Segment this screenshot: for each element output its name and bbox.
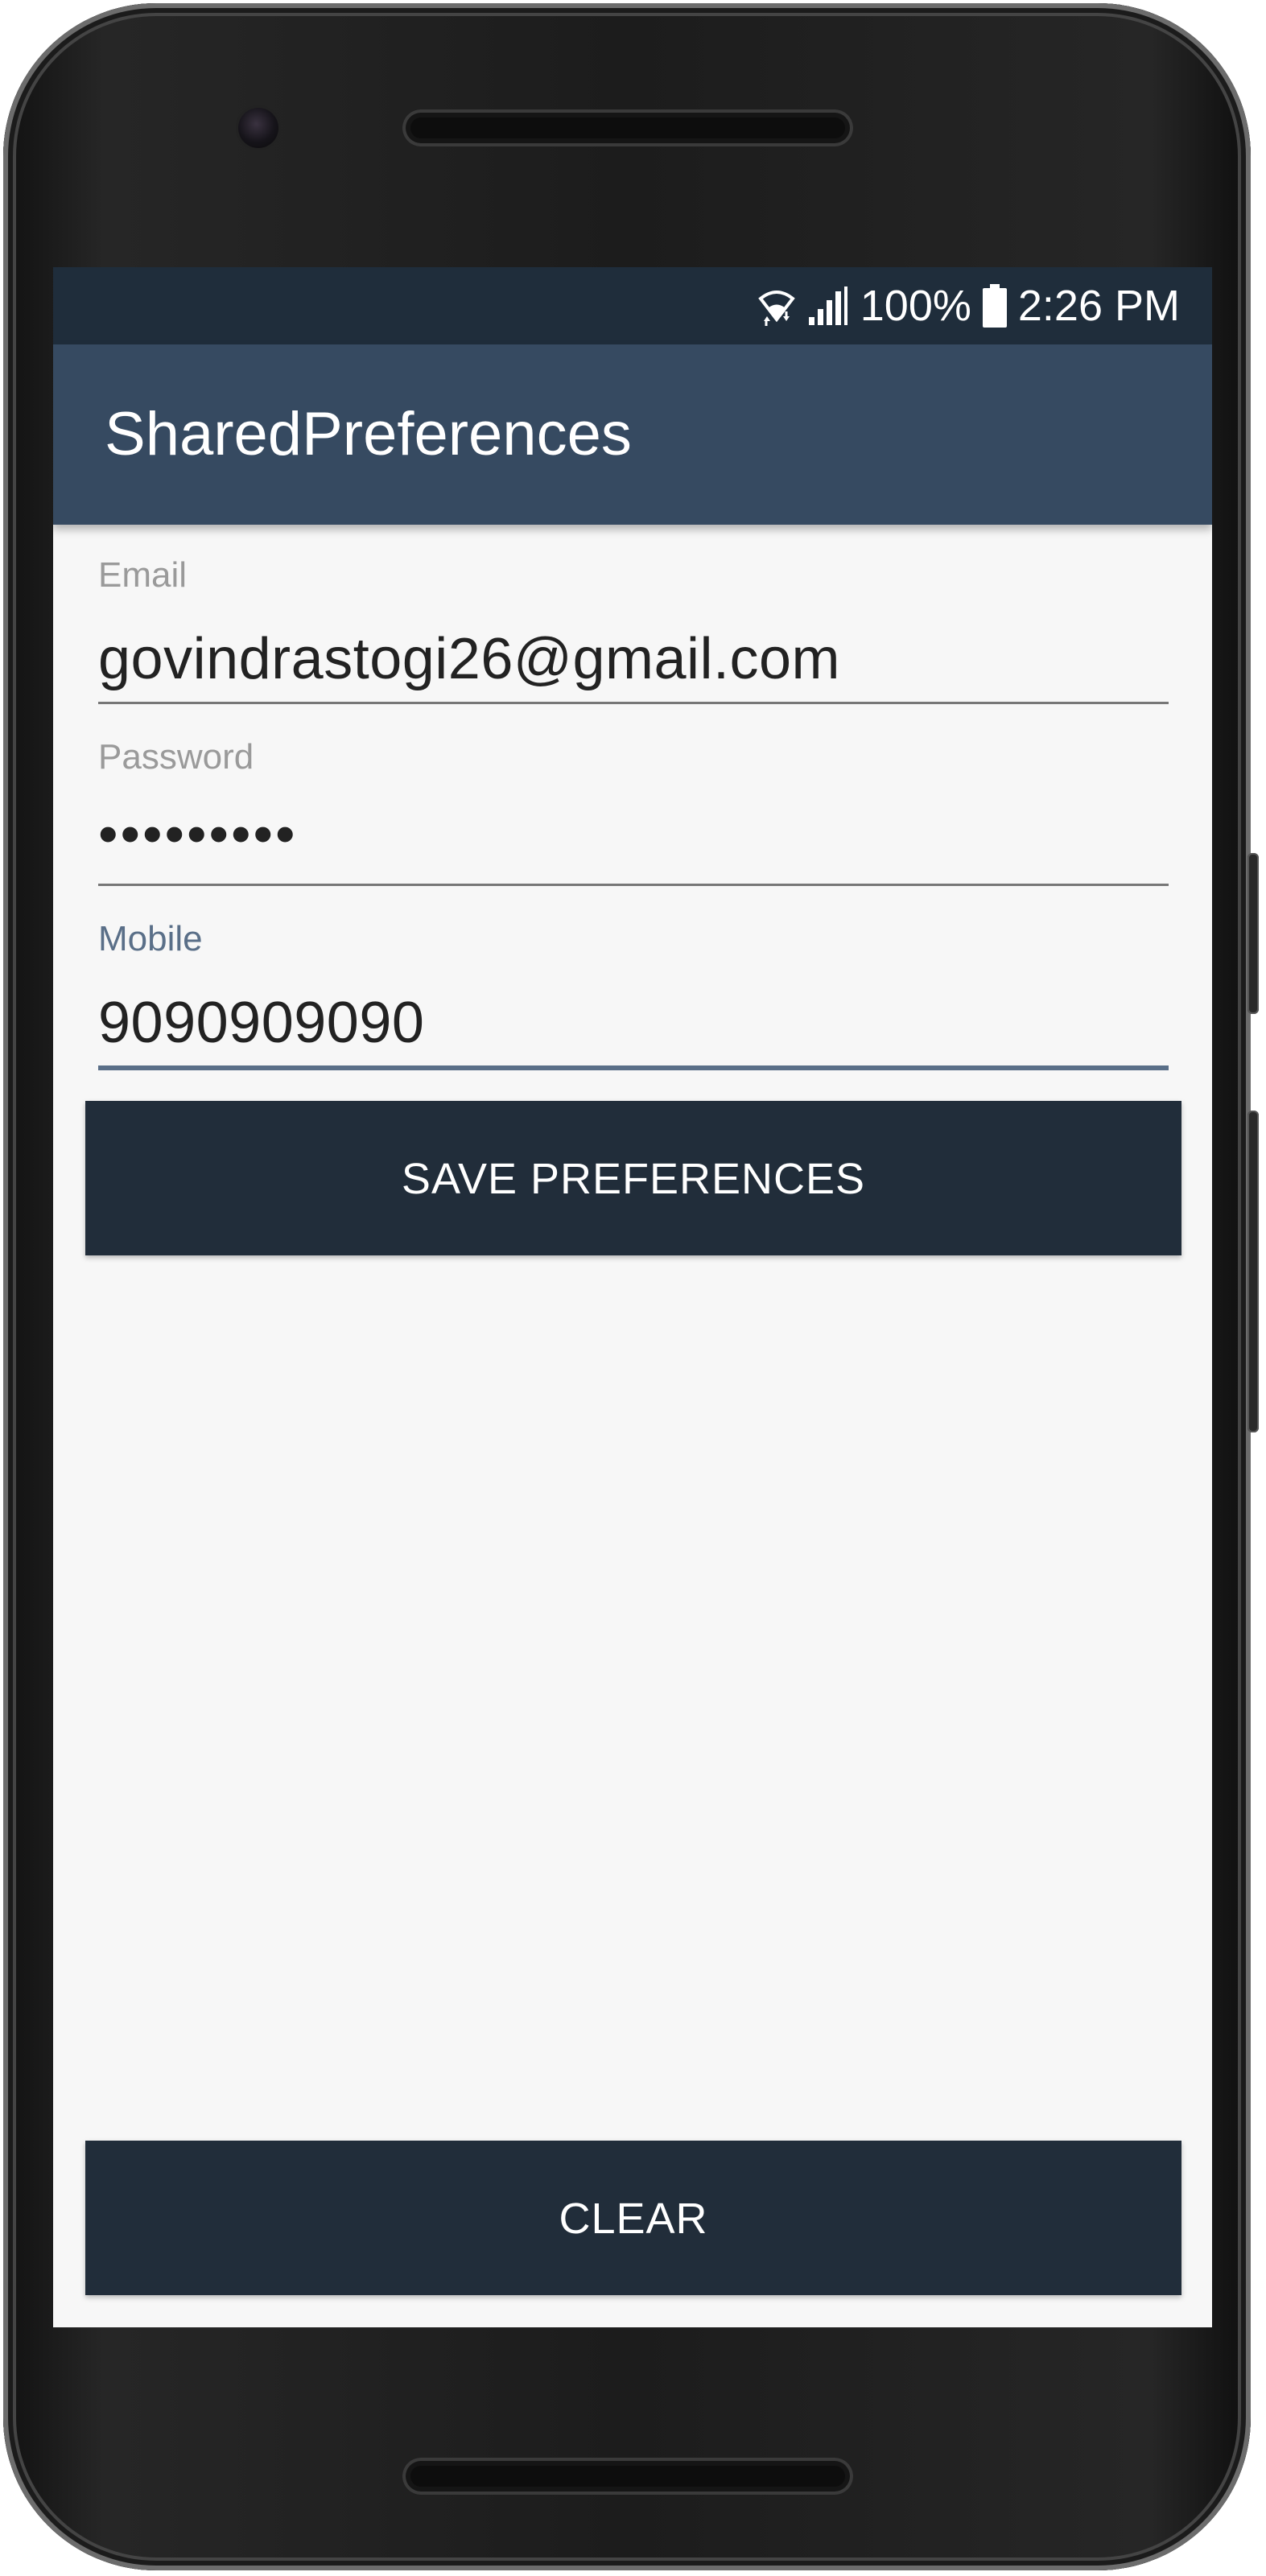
- mobile-input[interactable]: 9090909090: [98, 990, 424, 1056]
- battery-icon: [982, 284, 1007, 328]
- screen: 100% 2:26 PM SharedPreferences Email gov…: [53, 267, 1212, 2327]
- phone-frame: 100% 2:26 PM SharedPreferences Email gov…: [3, 3, 1259, 2570]
- front-camera: [238, 108, 278, 148]
- cellular-signal-icon: [808, 286, 847, 325]
- email-input[interactable]: govindrastogi26@gmail.com: [98, 626, 840, 692]
- mobile-field[interactable]: Mobile 9090909090: [98, 919, 1169, 1072]
- password-field[interactable]: Password •••••••••: [98, 737, 1169, 886]
- password-underline: [98, 884, 1169, 886]
- email-label: Email: [98, 555, 188, 595]
- bottom-speaker: [402, 2458, 853, 2495]
- battery-percentage: 100%: [860, 282, 971, 330]
- app-title: SharedPreferences: [105, 400, 632, 468]
- status-indicators: 100% 2:26 PM: [757, 267, 1180, 344]
- password-input[interactable]: •••••••••: [98, 802, 298, 866]
- clock: 2:26 PM: [1017, 282, 1180, 330]
- status-bar: 100% 2:26 PM: [53, 267, 1212, 344]
- mobile-underline: [98, 1065, 1169, 1070]
- password-label: Password: [98, 737, 254, 777]
- clear-button[interactable]: CLEAR: [85, 2141, 1181, 2295]
- top-speaker: [402, 109, 853, 146]
- save-preferences-button[interactable]: SAVE PREFERENCES: [85, 1101, 1181, 1255]
- wifi-icon: [757, 291, 795, 326]
- volume-button: [1247, 1111, 1259, 1432]
- email-underline: [98, 702, 1169, 704]
- mobile-label: Mobile: [98, 919, 203, 958]
- email-field[interactable]: Email govindrastogi26@gmail.com: [98, 555, 1169, 704]
- app-bar: SharedPreferences: [53, 344, 1212, 525]
- power-button: [1247, 853, 1259, 1014]
